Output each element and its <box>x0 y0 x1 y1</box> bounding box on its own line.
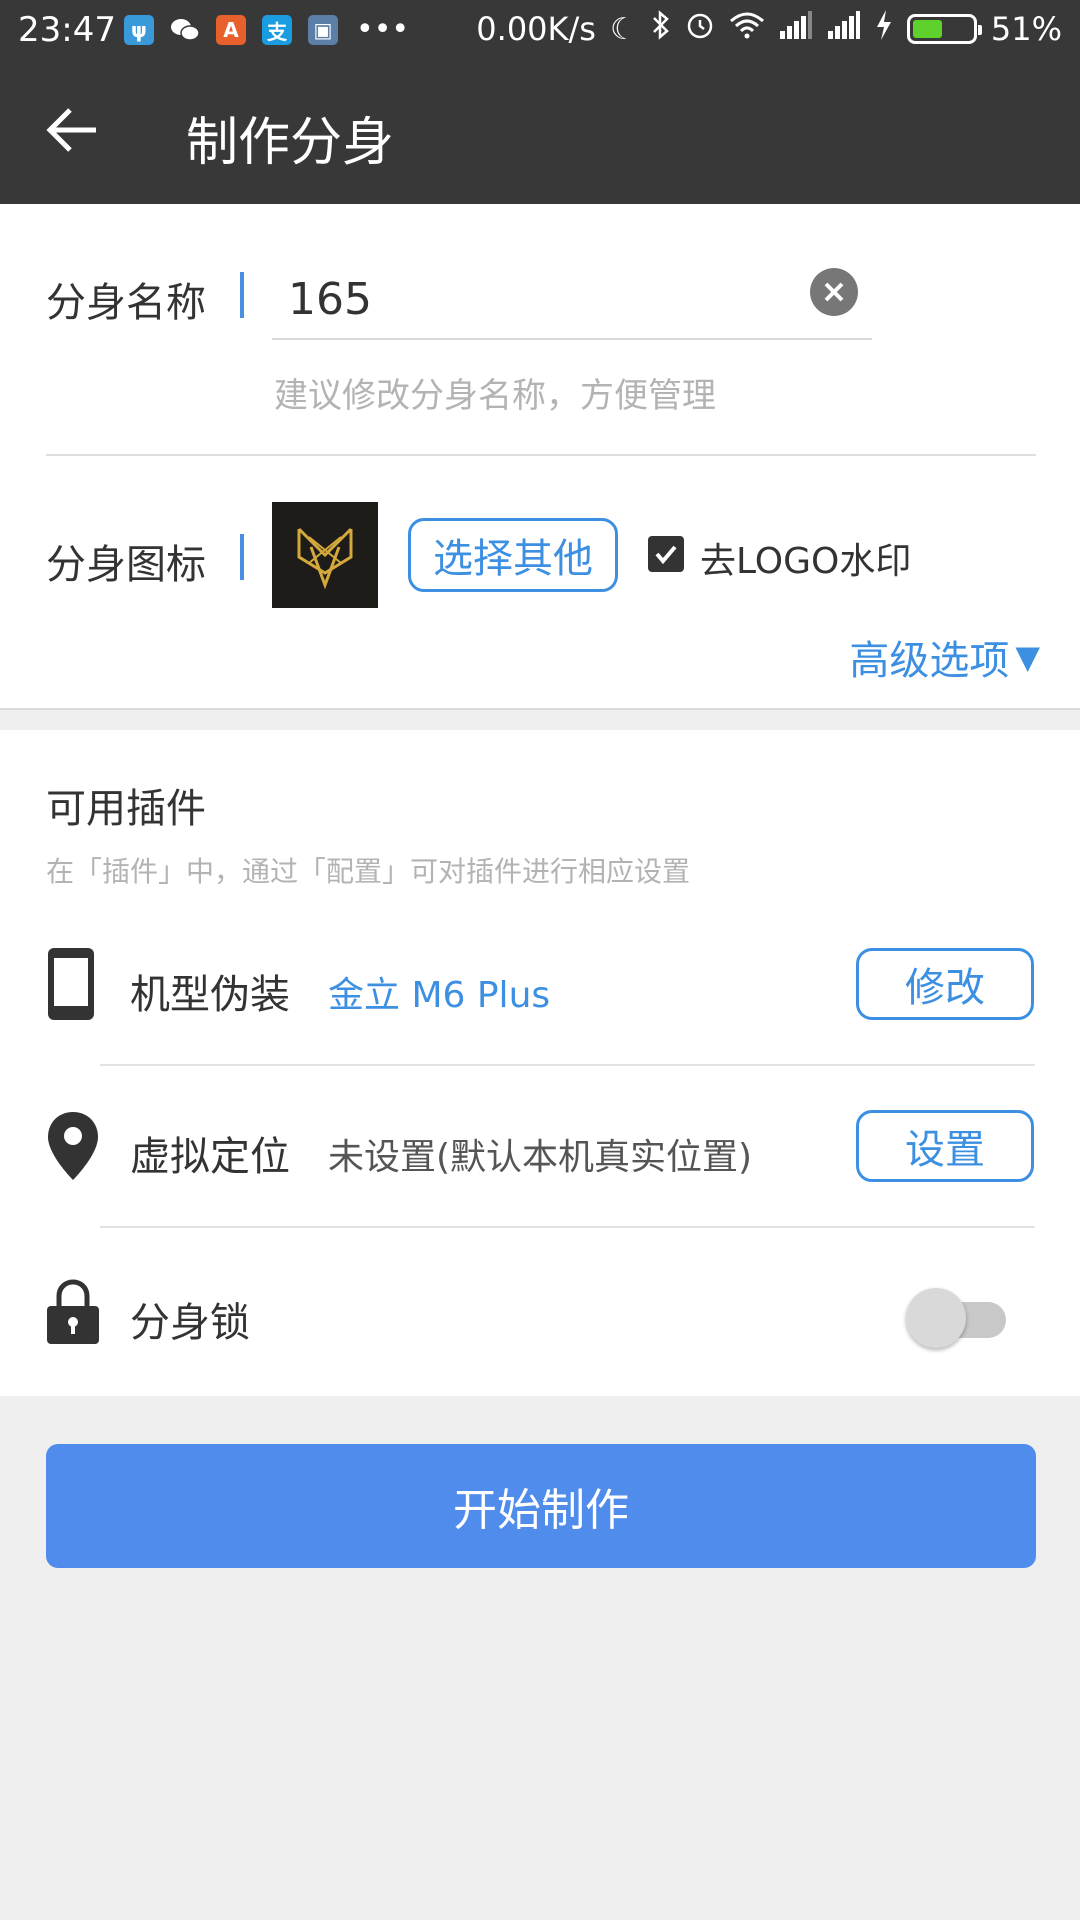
usb-icon: ψ <box>124 15 154 45</box>
set-location-button[interactable]: 设置 <box>856 1110 1034 1182</box>
phone-icon <box>46 946 96 1022</box>
clone-name-label: 分身名称 <box>46 280 206 326</box>
advanced-options-toggle[interactable]: 高级选项 ▼ <box>849 628 1040 686</box>
arrow-left-icon[interactable] <box>44 102 100 158</box>
label-divider <box>240 272 244 318</box>
toolbar: 制作分身 <box>0 60 1080 204</box>
notification-icons: ψ A 支 ▣ ••• <box>124 15 409 45</box>
shield-app-icon: A <box>216 15 246 45</box>
toggle-knob[interactable] <box>906 1288 966 1348</box>
clone-icon-label: 分身图标 <box>46 542 206 588</box>
plugins-title: 可用插件 <box>46 786 206 832</box>
signal-icon <box>827 11 861 47</box>
signal-icon <box>779 11 813 47</box>
location-pin-icon <box>46 1110 100 1182</box>
virtual-location-value: 未设置(默认本机真实位置) <box>328 1137 753 1178</box>
more-notifications-icon: ••• <box>356 12 410 47</box>
wifi-icon <box>729 11 765 47</box>
status-right: 0.00K/s ☾ 51% <box>476 10 1062 48</box>
plugins-card: 可用插件 在「插件」中，通过「配置」可对插件进行相应设置 机型伪装 金立 M6 … <box>0 730 1080 1396</box>
battery-icon <box>906 14 982 44</box>
page-title: 制作分身 <box>186 113 395 173</box>
status-bar: 23:47 ψ A 支 ▣ ••• 0.00K/s ☾ 51% <box>0 0 1080 60</box>
start-create-button[interactable]: 开始制作 <box>46 1444 1036 1568</box>
battery-level <box>912 20 943 38</box>
net-speed: 0.00K/s <box>476 10 596 48</box>
advanced-options-label[interactable]: 高级选项 <box>849 628 1009 686</box>
charging-icon <box>875 10 893 48</box>
clone-name-input[interactable]: 165 <box>272 264 872 340</box>
wechat-icon <box>170 15 200 45</box>
virtual-location-label: 虚拟定位 <box>130 1134 290 1180</box>
alarm-icon <box>685 10 715 48</box>
divider <box>100 1064 1035 1066</box>
clone-basic-card: 分身名称 165 建议修改分身名称，方便管理 分身图标 选择其他 去LOGO水印… <box>0 204 1080 710</box>
battery-percent: 51% <box>990 10 1062 48</box>
modify-button[interactable]: 修改 <box>856 948 1034 1020</box>
divider <box>100 1226 1035 1228</box>
clone-lock-label: 分身锁 <box>130 1300 250 1346</box>
app-logo-image <box>272 502 378 608</box>
remove-logo-label[interactable]: 去LOGO水印 <box>700 532 911 584</box>
bluetooth-icon <box>651 10 671 48</box>
clear-icon[interactable] <box>810 268 858 316</box>
choose-other-button[interactable]: 选择其他 <box>408 518 618 592</box>
divider <box>46 454 1036 456</box>
device-spoof-value: 金立 M6 Plus <box>328 975 551 1016</box>
label-divider <box>240 534 244 580</box>
lock-icon <box>46 1278 100 1346</box>
clone-name-value[interactable]: 165 <box>288 274 372 325</box>
remove-logo-checkbox[interactable] <box>648 536 684 572</box>
moon-icon: ☾ <box>609 11 637 47</box>
triangle-down-icon[interactable]: ▼ <box>1015 638 1040 676</box>
status-time: 23:47 <box>18 10 116 50</box>
alipay-icon: 支 <box>262 15 292 45</box>
device-spoof-label: 机型伪装 <box>130 972 290 1018</box>
clone-lock-toggle[interactable] <box>906 1288 1006 1348</box>
clone-name-hint: 建议修改分身名称，方便管理 <box>274 376 716 416</box>
plugins-description: 在「插件」中，通过「配置」可对插件进行相应设置 <box>46 855 691 888</box>
gallery-icon: ▣ <box>308 15 338 45</box>
